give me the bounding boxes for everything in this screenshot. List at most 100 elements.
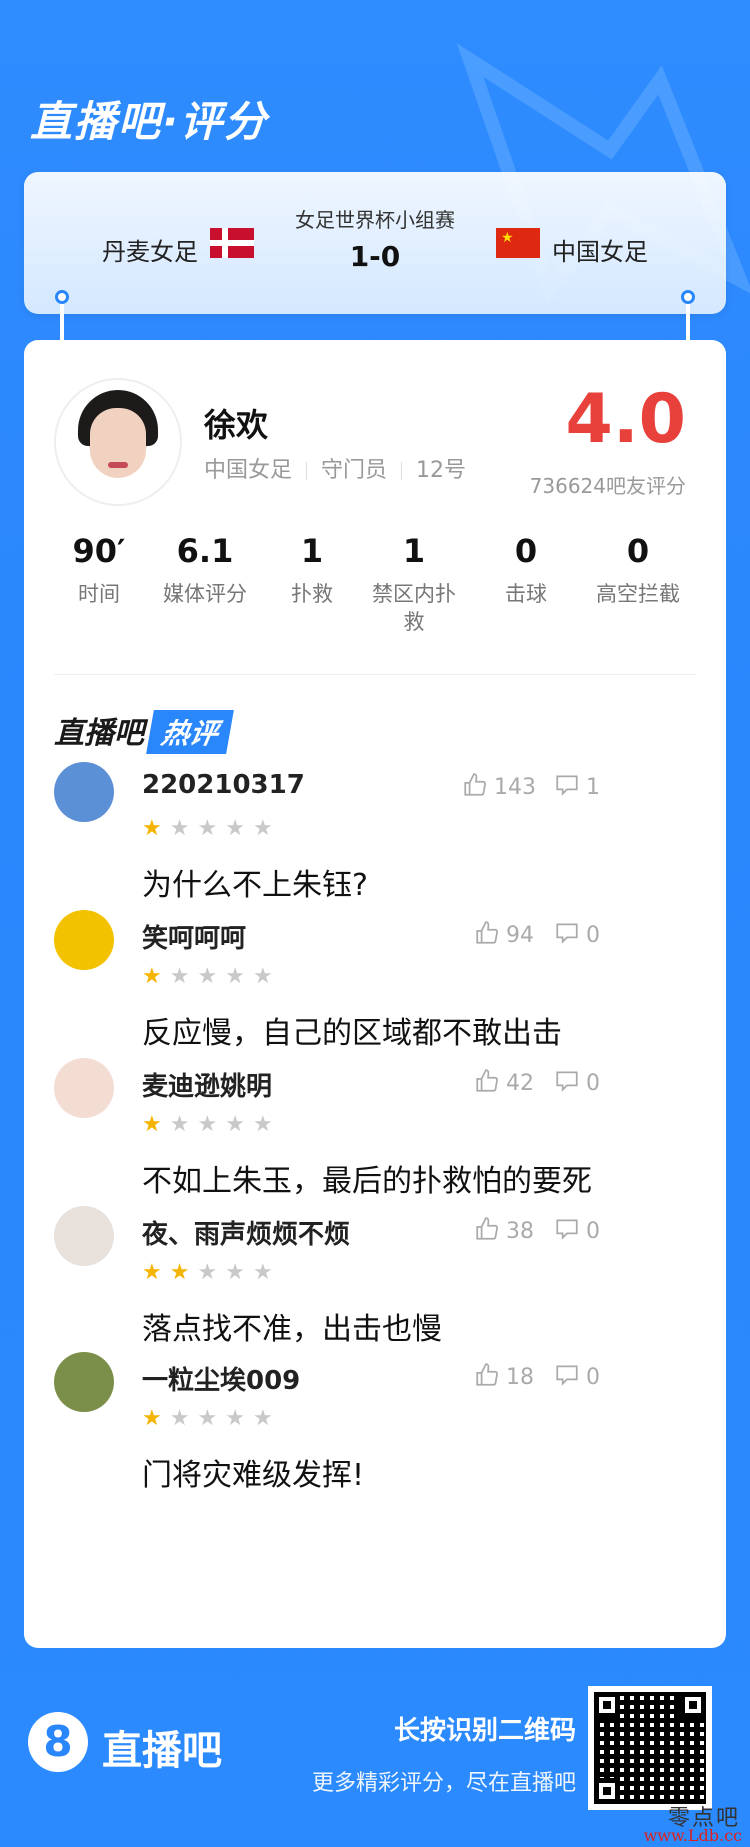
star-icon: ★ (142, 964, 170, 989)
watermark-url: www.Ldb.cc (643, 1826, 742, 1845)
thumbs-up-icon (462, 773, 494, 800)
star-icon: ★ (142, 1112, 170, 1137)
star-icon: ★ (142, 816, 170, 841)
comment-star-rating: ★★★★★ (142, 1260, 281, 1285)
comment-star-rating: ★★★★★ (142, 1406, 281, 1431)
star-icon: ★ (197, 816, 226, 841)
player-name: 徐欢 (204, 406, 269, 444)
player-rating: 4.0 (565, 380, 686, 459)
cta-line2: 更多精彩评分，尽在直播吧 (311, 1771, 576, 1796)
star-icon: ★ (197, 1406, 226, 1431)
like-button[interactable]: 18 (474, 1362, 534, 1390)
player-meta: 中国女足 守门员 12号 (204, 452, 466, 484)
reply-button[interactable]: 1 (554, 772, 600, 800)
star-icon: ★ (169, 816, 198, 841)
reply-count: 0 (586, 1219, 600, 1244)
comment-star-rating: ★★★★★ (142, 816, 281, 841)
like-button[interactable]: 143 (462, 772, 536, 800)
comment-text: 门将灾难级发挥! (142, 1458, 365, 1493)
stat-item: 6.1 媒体评分 (163, 532, 247, 606)
star-icon: ★ (225, 816, 253, 841)
hot-comments-heading: 直播吧 热评 (54, 708, 234, 754)
cta-line1: 长按识别二维码 (393, 1716, 576, 1746)
star-icon: ★ (169, 1406, 198, 1431)
player-number: 12号 (416, 458, 467, 483)
competition-label: 女足世界杯小组赛 (295, 208, 455, 232)
comment-text: 落点找不准，出击也慢 (142, 1312, 442, 1347)
match-card: 女足世界杯小组赛 1-0 丹麦女足 ★ 中国女足 (24, 172, 726, 314)
reply-icon (554, 1071, 586, 1096)
star-icon: ★ (252, 1112, 281, 1137)
thumbs-up-icon (474, 1217, 506, 1244)
reply-button[interactable]: 0 (554, 1216, 600, 1244)
stat-item: 0 击球 (505, 532, 547, 606)
player-position: 守门员 (321, 458, 388, 483)
player-rating-card: 徐欢 中国女足 守门员 12号 4.0 736624吧友评分 90′ 时间 6.1 媒体… (24, 340, 726, 1648)
page-title: 直播吧·评分 (30, 97, 268, 146)
star-icon: ★ (225, 1112, 253, 1137)
stat-item: 90′ 时间 (72, 532, 126, 606)
like-count: 143 (494, 775, 536, 800)
stat-item: 1 禁区内扑救 (372, 532, 456, 634)
reply-button[interactable]: 0 (554, 920, 600, 948)
stat-item: 1 扑救 (291, 532, 333, 606)
user-avatar[interactable] (54, 1058, 114, 1118)
comment-username[interactable]: 一粒尘埃009 (142, 1360, 300, 1397)
user-avatar[interactable] (54, 1352, 114, 1412)
star-icon: ★ (142, 1406, 170, 1431)
comment-star-rating: ★★★★★ (142, 1112, 281, 1137)
star-icon: ★ (225, 1260, 253, 1285)
star-icon: ★ (197, 1112, 226, 1137)
comment-username[interactable]: 麦迪逊姚明 (142, 1066, 272, 1103)
reply-count: 0 (586, 1365, 600, 1390)
like-button[interactable]: 42 (474, 1068, 534, 1096)
reply-button[interactable]: 0 (554, 1362, 600, 1390)
star-icon: ★ (169, 1112, 198, 1137)
star-icon: ★ (225, 1406, 253, 1431)
like-button[interactable]: 38 (474, 1216, 534, 1244)
connector-pin (55, 290, 69, 304)
comment-username[interactable]: 220210317 (142, 770, 305, 800)
comment-username[interactable]: 笑呵呵呵 (142, 918, 246, 955)
qr-code[interactable] (588, 1686, 712, 1810)
user-avatar[interactable] (54, 1206, 114, 1266)
denmark-flag-icon (210, 228, 254, 258)
reply-icon (554, 775, 586, 800)
player-avatar (54, 378, 182, 506)
away-team-name: 中国女足 (552, 238, 648, 266)
reply-icon (554, 923, 586, 948)
section-divider (54, 674, 696, 675)
star-icon: ★ (252, 816, 281, 841)
star-icon: ★ (252, 964, 281, 989)
star-icon: ★ (169, 964, 198, 989)
reply-icon (554, 1365, 586, 1390)
like-count: 94 (506, 923, 534, 948)
user-avatar[interactable] (54, 910, 114, 970)
star-icon: ★ (169, 1260, 198, 1285)
reply-count: 1 (586, 775, 600, 800)
star-icon: ★ (225, 964, 253, 989)
like-button[interactable]: 94 (474, 920, 534, 948)
reply-icon (554, 1219, 586, 1244)
player-team: 中国女足 (204, 458, 293, 483)
star-icon: ★ (197, 1260, 226, 1285)
logo-mark-icon: 8 (28, 1712, 88, 1772)
home-team-name: 丹麦女足 (102, 238, 198, 266)
connector-pin (681, 290, 695, 304)
comment-text: 反应慢，自己的区域都不敢出击 (142, 1016, 562, 1051)
reply-count: 0 (586, 1071, 600, 1096)
comment-star-rating: ★★★★★ (142, 964, 281, 989)
comment-text: 不如上朱玉，最后的扑救怕的要死 (142, 1164, 592, 1199)
thumbs-up-icon (474, 1069, 506, 1096)
like-count: 18 (506, 1365, 534, 1390)
rating-vote-count: 736624吧友评分 (529, 474, 686, 498)
user-avatar[interactable] (54, 762, 114, 822)
reply-button[interactable]: 0 (554, 1068, 600, 1096)
like-count: 42 (506, 1071, 534, 1096)
thumbs-up-icon (474, 1363, 506, 1390)
star-icon: ★ (197, 964, 226, 989)
logo-text: 直播吧 (102, 1728, 222, 1774)
qr-call-to-action: 长按识别二维码 更多精彩评分，尽在直播吧 (312, 1710, 576, 1797)
thumbs-up-icon (474, 921, 506, 948)
comment-username[interactable]: 夜、雨声烦烦不烦 (142, 1214, 350, 1251)
